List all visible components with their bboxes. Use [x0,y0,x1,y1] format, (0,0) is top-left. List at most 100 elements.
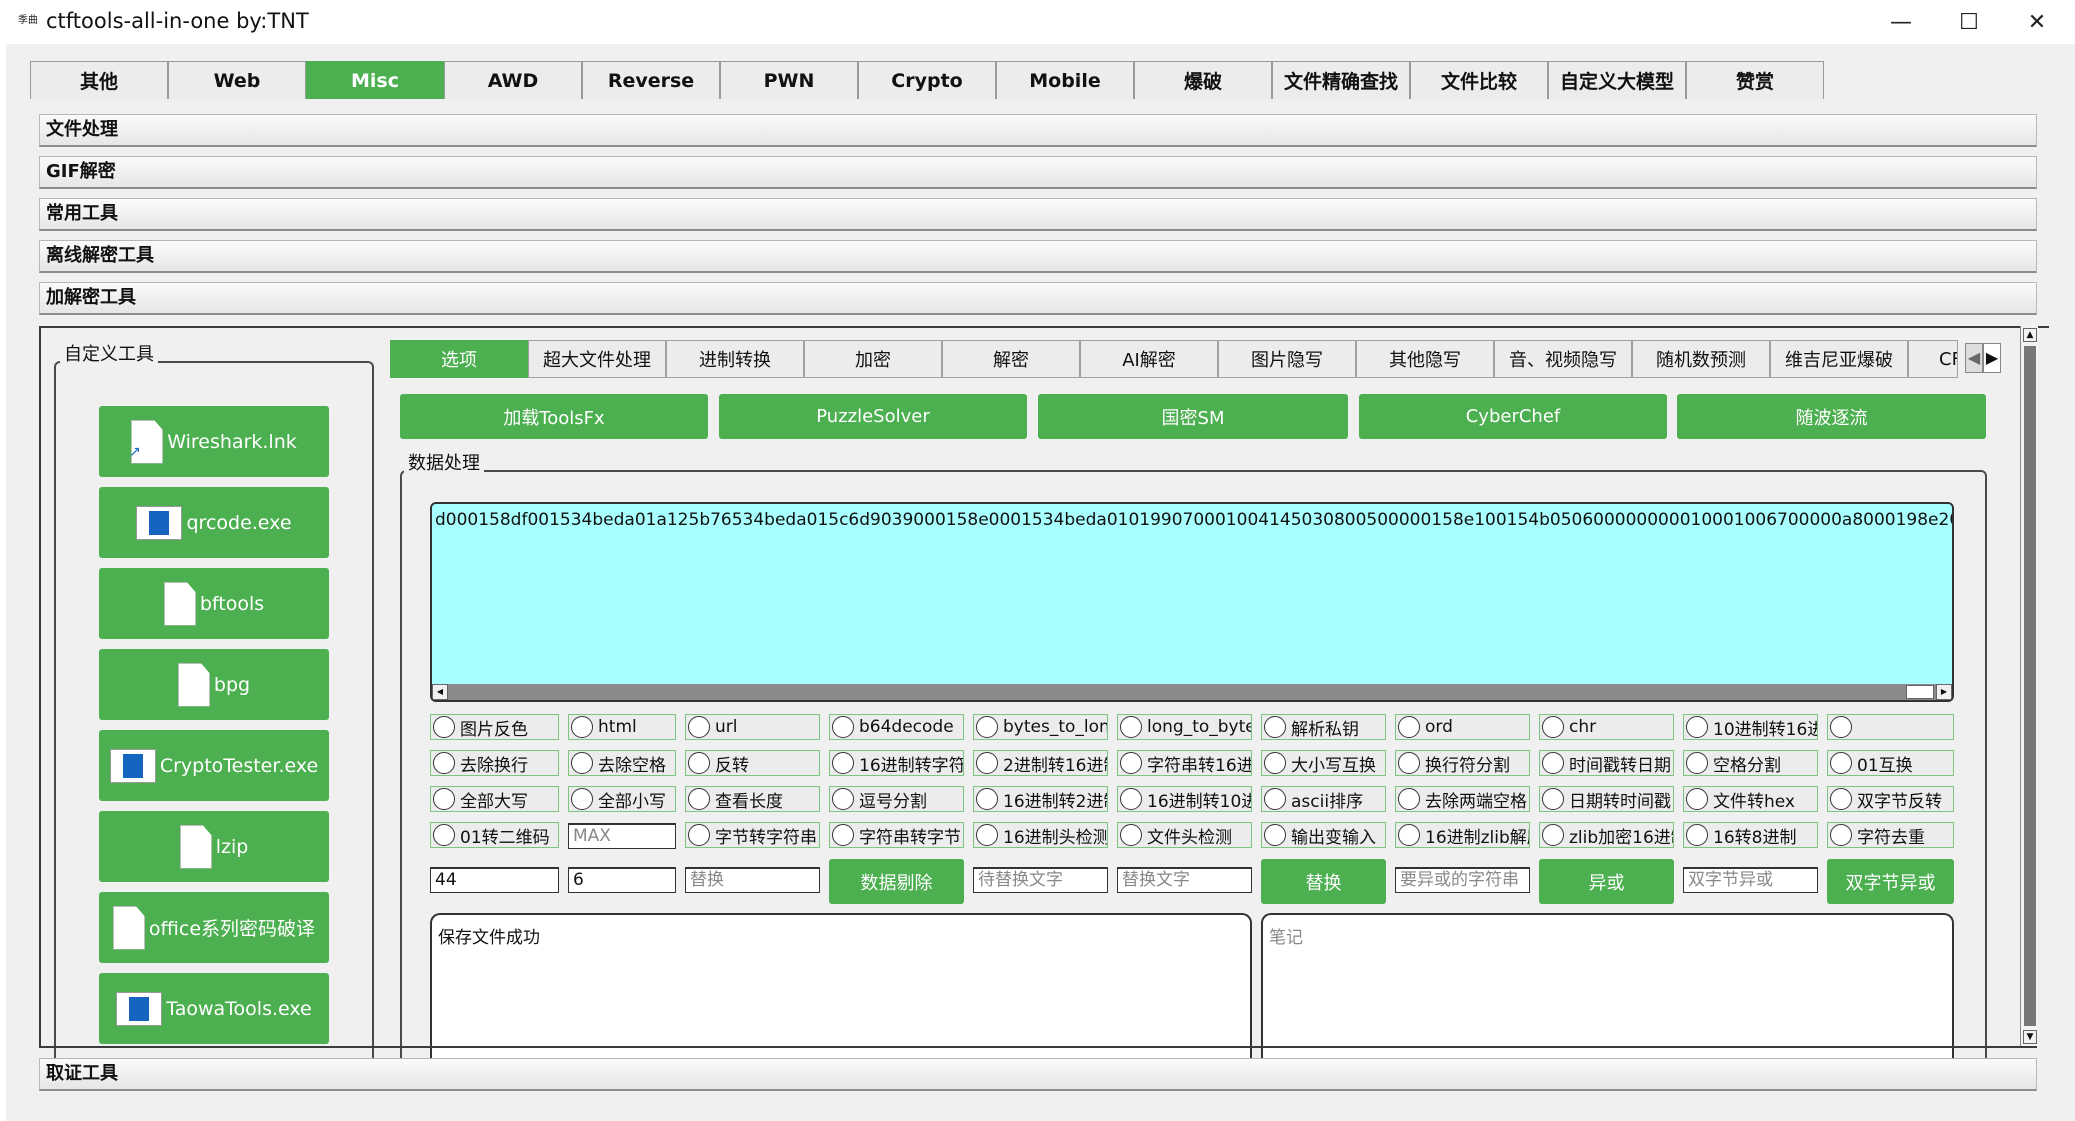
option-radio[interactable]: 16进制转10进制 [1117,786,1252,812]
tab-awd[interactable]: AWD [444,61,582,99]
minimize-button[interactable]: — [1866,0,1936,44]
puzzlesolver-button[interactable]: PuzzleSolver [719,394,1027,439]
tab-file-search[interactable]: 文件精确查找 [1272,61,1410,99]
option-radio[interactable]: 全部小写 [568,786,676,812]
cyberchef-button[interactable]: CyberChef [1359,394,1667,439]
data-remove-button[interactable]: 数据剔除 [829,859,964,904]
tab-decrypt[interactable]: 解密 [942,340,1080,378]
option-radio[interactable]: 双字节反转 [1827,786,1954,812]
tab-mobile[interactable]: Mobile [996,61,1134,99]
vertical-scrollbar[interactable]: ▲ ▼ [2020,326,2038,1048]
option-radio[interactable]: 文件转hex [1683,786,1818,812]
tab-vigenere-brute[interactable]: 维吉尼亚爆破 [1770,340,1908,378]
tab-image-stego[interactable]: 图片隐写 [1218,340,1356,378]
tab-ai-decrypt[interactable]: AI解密 [1080,340,1218,378]
value-input-2[interactable]: 6 [568,867,676,893]
data-input-textarea[interactable]: d000158df001534beda01a125b76534beda015c6… [430,502,1954,702]
tab-other[interactable]: 其他 [30,61,168,99]
option-radio[interactable]: html [568,714,676,740]
output-textarea[interactable]: 保存文件成功 [430,913,1252,1073]
option-radio[interactable]: 01转二维码 [430,822,559,848]
option-radio[interactable]: 逗号分割 [829,786,964,812]
option-radio[interactable]: ascii排序 [1261,786,1386,812]
option-radio[interactable] [1827,714,1954,740]
double-byte-xor-button[interactable]: 双字节异或 [1827,859,1954,904]
tab-pwn[interactable]: PWN [720,61,858,99]
scroll-right-icon[interactable]: ▶ [1936,684,1952,700]
option-radio[interactable]: 输出变输入 [1261,822,1386,848]
option-radio[interactable]: 16进制转2进制 [973,786,1108,812]
accordion-offline-decrypt[interactable]: 离线解密工具 [39,240,2037,273]
tab-scroll-left-icon[interactable]: ◀ [1965,343,1983,373]
option-radio[interactable]: 16进制转字符串 [829,750,964,776]
close-button[interactable]: ✕ [2002,0,2072,44]
tab-reverse[interactable]: Reverse [582,61,720,99]
option-radio[interactable]: 去除空格 [568,750,676,776]
tab-large-file[interactable]: 超大文件处理 [528,340,666,378]
accordion-forensics-tools[interactable]: 取证工具 [39,1058,2037,1091]
option-radio[interactable]: 查看长度 [685,786,820,812]
tab-custom-llm[interactable]: 自定义大模型 [1548,61,1686,99]
option-radio[interactable]: long_to_bytes [1117,714,1252,740]
horizontal-scrollbar[interactable]: ◀ ▶ [432,684,1952,700]
option-radio[interactable]: zlib加密16进制 [1539,822,1674,848]
option-radio[interactable]: 去除换行 [430,750,559,776]
accordion-common-tools[interactable]: 常用工具 [39,198,2037,231]
notes-textarea[interactable]: 笔记 [1261,913,1954,1073]
option-radio[interactable]: 01互换 [1827,750,1954,776]
option-radio[interactable]: b64decode [829,714,964,740]
maximize-button[interactable]: ☐ [1934,0,2004,44]
tab-crypto[interactable]: Crypto [858,61,996,99]
xor-string-input[interactable]: 要异或的字符串 [1395,867,1530,893]
option-radio[interactable]: 10进制转16进制 [1683,714,1818,740]
max-input[interactable]: MAX [568,823,676,849]
replace-text-input[interactable]: 替换文字 [1117,867,1252,893]
option-radio[interactable]: 字符串转字节 [829,822,964,848]
tab-cf[interactable]: CF [1908,340,1958,378]
option-radio[interactable]: 反转 [685,750,820,776]
scroll-left-icon[interactable]: ◀ [432,684,448,700]
xor-button[interactable]: 异或 [1539,859,1674,904]
accordion-crypto-tools[interactable]: 加解密工具 [39,282,2037,315]
to-replace-input[interactable]: 待替换文字 [973,867,1108,893]
tool-qrcode-button[interactable]: qrcode.exe [99,487,329,558]
tab-encrypt[interactable]: 加密 [804,340,942,378]
option-radio[interactable]: 16进制zlib解压 [1395,822,1530,848]
option-radio[interactable]: 去除两端空格 [1395,786,1530,812]
tab-web[interactable]: Web [168,61,306,99]
tab-options[interactable]: 选项 [390,340,528,378]
option-radio[interactable]: 字符去重 [1827,822,1954,848]
scroll-thumb[interactable] [2024,346,2036,1026]
tool-office-crack-button[interactable]: office系列密码破译 [99,892,329,963]
replace-button[interactable]: 替换 [1261,859,1386,904]
tab-bruteforce[interactable]: 爆破 [1134,61,1272,99]
tab-other-stego[interactable]: 其他隐写 [1356,340,1494,378]
load-toolsfx-button[interactable]: 加载ToolsFx [400,394,708,439]
option-radio[interactable]: 时间戳转日期 [1539,750,1674,776]
tool-bpg-button[interactable]: bpg [99,649,329,720]
option-radio[interactable]: 16转8进制 [1683,822,1818,848]
option-radio[interactable]: 图片反色 [430,714,559,740]
option-radio[interactable]: chr [1539,714,1674,740]
tab-base-convert[interactable]: 进制转换 [666,340,804,378]
tab-scroll-right-icon[interactable]: ▶ [1983,343,2001,373]
tab-misc[interactable]: Misc [306,61,444,99]
tool-wireshark-button[interactable]: ↗ Wireshark.lnk [99,406,329,477]
tool-taowatools-button[interactable]: TaowaTools.exe [99,973,329,1044]
tab-av-stego[interactable]: 音、视频隐写 [1494,340,1632,378]
option-radio[interactable]: 大小写互换 [1261,750,1386,776]
tab-random-predict[interactable]: 随机数预测 [1632,340,1770,378]
option-radio[interactable]: 2进制转16进制 [973,750,1108,776]
accordion-gif-decrypt[interactable]: GIF解密 [39,156,2037,189]
option-radio[interactable]: 日期转时间戳 [1539,786,1674,812]
option-radio[interactable]: bytes_to_long [973,714,1108,740]
tab-file-compare[interactable]: 文件比较 [1410,61,1548,99]
tool-cryptotester-button[interactable]: CryptoTester.exe [99,730,329,801]
option-radio[interactable]: 字节转字符串 [685,822,820,848]
option-radio[interactable]: 字符串转16进制 [1117,750,1252,776]
tool-lzip-button[interactable]: lzip [99,811,329,882]
double-byte-xor-input[interactable]: 双字节异或 [1683,867,1818,893]
scroll-down-icon[interactable]: ▼ [2023,1030,2037,1044]
option-radio[interactable]: 全部大写 [430,786,559,812]
guomi-sm-button[interactable]: 国密SM [1038,394,1348,439]
